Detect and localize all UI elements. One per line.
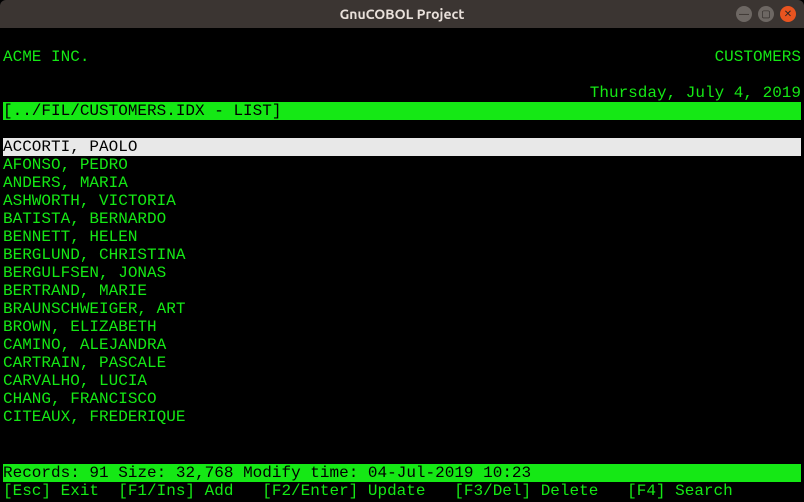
list-item[interactable]: BATISTA, BERNARDO	[3, 210, 801, 228]
window-title: GnuCOBOL Project	[340, 6, 465, 22]
record-list[interactable]: ACCORTI, PAOLOAFONSO, PEDROANDERS, MARIA…	[3, 138, 801, 426]
status-modify-label: Modify time:	[243, 464, 358, 482]
fn-key[interactable]: [F1/Ins] Add	[118, 482, 262, 500]
blank-row	[3, 66, 801, 84]
list-item[interactable]: BERGULFSEN, JONAS	[3, 264, 801, 282]
list-item[interactable]: ACCORTI, PAOLO	[3, 138, 801, 156]
list-item[interactable]: ASHWORTH, VICTORIA	[3, 192, 801, 210]
status-modify: 04-Jul-2019 10:23	[368, 464, 531, 482]
blank-row	[3, 120, 801, 138]
maximize-icon[interactable]: ▢	[758, 6, 774, 22]
module-name: CUSTOMERS	[715, 48, 801, 66]
fn-key[interactable]: [F3/Del] Delete	[454, 482, 627, 500]
status-size-label: Size:	[118, 464, 166, 482]
list-item[interactable]: CHANG, FRANCISCO	[3, 390, 801, 408]
minimize-icon[interactable]: —	[736, 6, 752, 22]
list-item[interactable]: ANDERS, MARIA	[3, 174, 801, 192]
list-item[interactable]: CITEAUX, FREDERIQUE	[3, 408, 801, 426]
fn-key[interactable]: [F2/Enter] Update	[262, 482, 454, 500]
date-row: Thursday, July 4, 2019	[3, 84, 801, 102]
close-icon[interactable]: ✕	[780, 6, 796, 22]
current-date: Thursday, July 4, 2019	[590, 84, 801, 102]
list-item[interactable]: AFONSO, PEDRO	[3, 156, 801, 174]
header-row: ACME INC. CUSTOMERS	[3, 48, 801, 66]
list-item[interactable]: CAMINO, ALEJANDRA	[3, 336, 801, 354]
list-item[interactable]: BENNETT, HELEN	[3, 228, 801, 246]
location-bar: [../FIL/CUSTOMERS.IDX - LIST]	[3, 102, 801, 120]
list-item[interactable]: BERGLUND, CHRISTINA	[3, 246, 801, 264]
list-item[interactable]: BRAUNSCHWEIGER, ART	[3, 300, 801, 318]
list-item[interactable]: BROWN, ELIZABETH	[3, 318, 801, 336]
terminal: ACME INC. CUSTOMERS Thursday, July 4, 20…	[0, 28, 804, 502]
blank-row	[3, 30, 801, 48]
list-item[interactable]: BERTRAND, MARIE	[3, 282, 801, 300]
status-records: 91	[89, 464, 108, 482]
titlebar: GnuCOBOL Project — ▢ ✕	[0, 0, 804, 28]
company-name: ACME INC.	[3, 48, 89, 66]
window-controls: — ▢ ✕	[736, 6, 796, 22]
list-item[interactable]: CARVALHO, LUCIA	[3, 372, 801, 390]
blank-row	[3, 426, 801, 444]
status-size: 32,768	[176, 464, 234, 482]
location-text: [../FIL/CUSTOMERS.IDX - LIST]	[3, 102, 281, 120]
fn-key[interactable]: [F4] Search	[627, 482, 733, 500]
function-key-bar: [Esc] Exit [F1/Ins] Add [F2/Enter] Updat…	[3, 482, 801, 500]
fn-key[interactable]: [Esc] Exit	[3, 482, 118, 500]
spacer	[3, 444, 801, 464]
status-bar: Records: 91 Size: 32,768 Modify time: 04…	[3, 464, 801, 482]
list-item[interactable]: CARTRAIN, PASCALE	[3, 354, 801, 372]
status-records-label: Records:	[3, 464, 80, 482]
